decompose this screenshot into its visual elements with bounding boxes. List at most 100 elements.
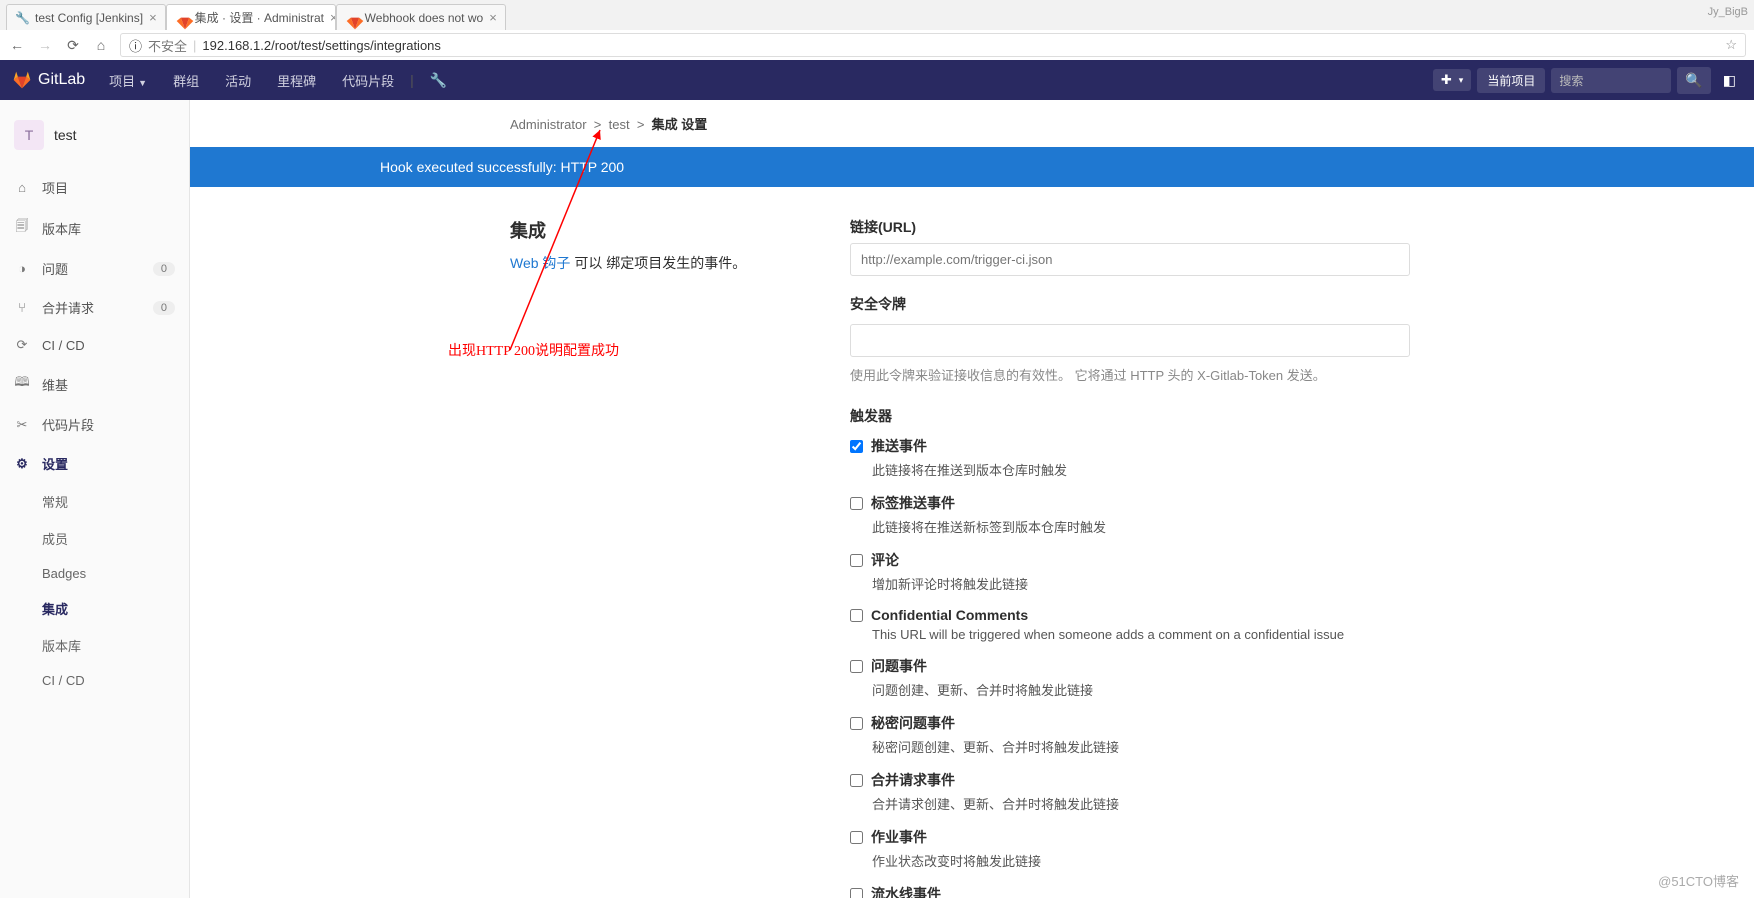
trigger-title: 标签推送事件: [871, 493, 955, 513]
breadcrumb: Administrator > test > 集成 设置: [190, 100, 1754, 147]
nav-activity[interactable]: 活动: [215, 71, 261, 90]
breadcrumb-admin[interactable]: Administrator: [510, 117, 587, 132]
sidebar-item-snippets[interactable]: ✂代码片段: [0, 405, 189, 444]
trigger-desc: 秘密问题创建、更新、合并时将触发此链接: [872, 737, 1410, 756]
new-dropdown[interactable]: ✚ ▾: [1433, 69, 1471, 91]
token-input[interactable]: [850, 324, 1410, 357]
sidebar-item-ci[interactable]: ⟳CI / CD: [0, 327, 189, 363]
sidebar-item-settings[interactable]: ⚙设置: [0, 444, 189, 483]
tab-title: Webhook does not wo: [365, 11, 484, 25]
wiki-icon: 🕮: [14, 373, 30, 395]
trigger-checkbox[interactable]: [850, 497, 863, 510]
gitlab-logo[interactable]: GitLab: [12, 70, 85, 90]
breadcrumb-project[interactable]: test: [609, 117, 630, 132]
trigger-4: 问题事件问题创建、更新、合并时将触发此链接: [850, 656, 1410, 699]
annotation-text: 出现HTTP 200说明配置成功: [448, 340, 619, 360]
sidebar-item-wiki[interactable]: 🕮维基: [0, 363, 189, 405]
intro-text: 可以 绑定项目发生的事件。: [570, 255, 746, 271]
trigger-3: Confidential CommentsThis URL will be tr…: [850, 607, 1410, 642]
sidebar-sub-1[interactable]: 成员: [0, 520, 189, 557]
trigger-title: 合并请求事件: [871, 770, 955, 790]
project-avatar: T: [14, 120, 44, 150]
trigger-checkbox[interactable]: [850, 774, 863, 787]
trigger-title: 问题事件: [871, 656, 927, 676]
close-icon[interactable]: ×: [149, 10, 157, 25]
todos-icon[interactable]: ◧: [1717, 66, 1742, 95]
project-name: test: [54, 127, 77, 143]
sidebar-item-merge[interactable]: ⑂合并请求0: [0, 288, 189, 327]
trigger-checkbox[interactable]: [850, 660, 863, 673]
reload-icon[interactable]: ⟳: [64, 36, 82, 54]
url-bar: ← → ⟳ ⌂ ⓘ 不安全 | 192.168.1.2/root/test/se…: [0, 30, 1754, 60]
close-icon[interactable]: ×: [489, 10, 497, 25]
url-label: 链接(URL): [850, 217, 1410, 237]
sidebar-item-home[interactable]: ⌂ 项目: [0, 168, 189, 207]
project-header[interactable]: T test: [0, 116, 189, 168]
sidebar-sub-3[interactable]: 集成: [0, 590, 189, 627]
trigger-title: 流水线事件: [871, 884, 941, 898]
flash-success: Hook executed successfully: HTTP 200: [190, 147, 1754, 187]
browser-tab-jenkins[interactable]: 🔧 test Config [Jenkins] ×: [6, 4, 166, 30]
trigger-1: 标签推送事件此链接将在推送新标签到版本仓库时触发: [850, 493, 1410, 536]
nav-snippets[interactable]: 代码片段: [332, 71, 404, 90]
info-icon: ⓘ: [129, 36, 142, 55]
trigger-checkbox[interactable]: [850, 609, 863, 622]
sidebar-sub-4[interactable]: 版本库: [0, 627, 189, 664]
sidebar-item-repo[interactable]: 🗐 版本库: [0, 207, 189, 249]
trigger-desc: 合并请求创建、更新、合并时将触发此链接: [872, 794, 1410, 813]
merge-icon: ⑂: [14, 300, 30, 315]
trigger-title: 评论: [871, 550, 899, 570]
sidebar-sub-2[interactable]: Badges: [0, 557, 189, 590]
browser-tab-webhook[interactable]: Webhook does not wo ×: [336, 4, 506, 30]
search-icon[interactable]: 🔍: [1677, 67, 1710, 94]
trigger-5: 秘密问题事件秘密问题创建、更新、合并时将触发此链接: [850, 713, 1410, 756]
sidebar-item-label: CI / CD: [42, 338, 85, 353]
intro-column: 集成 Web 钩子 可以 绑定项目发生的事件。: [510, 217, 770, 898]
nav-projects[interactable]: 项目▼: [99, 71, 157, 90]
issues-icon: ◑: [14, 261, 30, 276]
sidebar-item-label: 项目: [42, 178, 68, 197]
trigger-checkbox[interactable]: [850, 888, 863, 898]
sidebar-item-issues[interactable]: ◑问题0: [0, 249, 189, 288]
trigger-desc: 问题创建、更新、合并时将触发此链接: [872, 680, 1410, 699]
forward-icon[interactable]: →: [36, 36, 54, 54]
trigger-desc: 此链接将在推送到版本仓库时触发: [872, 460, 1410, 479]
back-icon[interactable]: ←: [8, 36, 26, 54]
sidebar-sub-0[interactable]: 常规: [0, 483, 189, 520]
trigger-title: Confidential Comments: [871, 607, 1028, 623]
trigger-checkbox[interactable]: [850, 831, 863, 844]
trigger-checkbox[interactable]: [850, 440, 863, 453]
favicon-gitlab: [175, 11, 189, 25]
trigger-checkbox[interactable]: [850, 717, 863, 730]
search-input[interactable]: 搜索: [1551, 68, 1671, 93]
current-project-badge[interactable]: 当前项目: [1477, 68, 1545, 93]
sidebar-sub-5[interactable]: CI / CD: [0, 664, 189, 697]
url-text: 192.168.1.2/root/test/settings/integrati…: [202, 38, 441, 53]
browser-tab-gitlab[interactable]: 集成 · 设置 · Administrat ×: [166, 4, 336, 30]
breadcrumb-current: 集成 设置: [652, 117, 708, 132]
trigger-title: 秘密问题事件: [871, 713, 955, 733]
trigger-checkbox[interactable]: [850, 554, 863, 567]
tab-bar: 🔧 test Config [Jenkins] × 集成 · 设置 · Admi…: [0, 0, 1754, 30]
sidebar-item-label: 合并请求: [42, 298, 94, 317]
bookmark-star-icon[interactable]: ☆: [1725, 37, 1737, 53]
nav-groups[interactable]: 群组: [163, 71, 209, 90]
brand-text: GitLab: [38, 71, 85, 89]
tab-title: test Config [Jenkins]: [35, 11, 143, 25]
close-icon[interactable]: ×: [330, 10, 336, 25]
repo-icon: 🗐: [14, 217, 30, 239]
watermark-bottom: @51CTO博客: [1658, 871, 1739, 890]
url-input[interactable]: [850, 243, 1410, 276]
sidebar-item-label: 版本库: [42, 219, 81, 238]
trigger-desc: 作业状态改变时将触发此链接: [872, 851, 1410, 870]
address-bar[interactable]: ⓘ 不安全 | 192.168.1.2/root/test/settings/i…: [120, 33, 1746, 57]
home-icon: ⌂: [14, 180, 30, 195]
token-help: 使用此令牌来验证接收信息的有效性。 它将通过 HTTP 头的 X-Gitlab-…: [850, 365, 1410, 384]
tab-title: 集成 · 设置 · Administrat: [195, 9, 324, 26]
nav-milestones[interactable]: 里程碑: [267, 71, 326, 90]
webhooks-link[interactable]: Web 钩子: [510, 255, 570, 271]
token-label: 安全令牌: [850, 294, 1410, 314]
home-icon[interactable]: ⌂: [92, 36, 110, 54]
watermark-top: Jy_BigB: [1708, 6, 1748, 18]
admin-wrench-icon[interactable]: 🔧: [420, 72, 457, 89]
